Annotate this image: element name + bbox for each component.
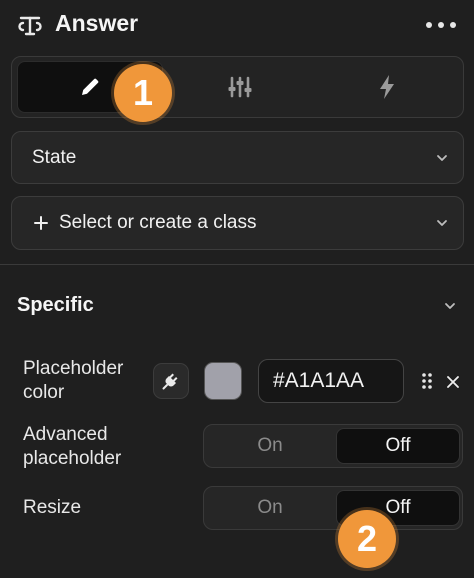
section-title[interactable]: Specific xyxy=(17,294,94,317)
resize-on[interactable]: On xyxy=(208,490,332,526)
more-options-icon[interactable] xyxy=(426,14,456,36)
chevron-down-icon xyxy=(437,220,447,226)
close-icon[interactable] xyxy=(445,374,461,390)
panel-header: Answer xyxy=(0,0,474,52)
resize-label: Resize xyxy=(23,497,82,518)
drag-handle-icon[interactable] xyxy=(421,372,433,390)
tab-switcher xyxy=(11,56,464,118)
pencil-icon xyxy=(82,78,99,95)
chevron-down-icon xyxy=(437,154,447,161)
resize-toggle: On Off xyxy=(203,486,463,530)
state-dropdown-label: State xyxy=(32,146,77,168)
color-swatch[interactable] xyxy=(204,362,242,400)
plus-icon xyxy=(34,216,48,230)
advanced-placeholder-off[interactable]: Off xyxy=(336,428,460,464)
advanced-placeholder-label: Advanced placeholder xyxy=(23,424,122,469)
advanced-placeholder-on[interactable]: On xyxy=(208,428,332,464)
state-dropdown[interactable]: State xyxy=(11,131,464,184)
section-chevron-down-icon[interactable] xyxy=(443,299,457,313)
class-selector-label: Select or create a class xyxy=(59,212,257,233)
class-selector[interactable]: Select or create a class xyxy=(11,196,464,250)
section-divider xyxy=(0,264,474,265)
logo-icon xyxy=(18,16,42,36)
hex-color-input[interactable] xyxy=(258,359,404,403)
annotation-badge-2: 2 xyxy=(338,510,396,568)
color-picker-button[interactable] xyxy=(153,363,189,399)
tab-settings[interactable] xyxy=(167,61,313,113)
panel-title: Answer xyxy=(55,10,139,36)
annotation-badge-1: 1 xyxy=(114,64,172,122)
plug-icon xyxy=(162,373,178,390)
lightning-icon xyxy=(380,75,394,99)
tab-interactions[interactable] xyxy=(314,61,460,113)
advanced-placeholder-toggle: On Off xyxy=(203,424,463,468)
sliders-icon xyxy=(228,76,252,98)
placeholder-color-label: Placeholder color xyxy=(23,358,124,403)
